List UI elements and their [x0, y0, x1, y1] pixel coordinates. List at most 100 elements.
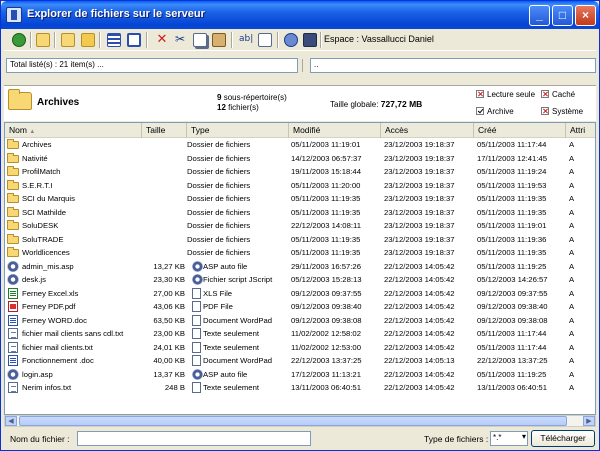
- file-name: admin_mis.asp: [22, 261, 74, 271]
- cell-access: 22/12/2003 14:05:42: [384, 315, 455, 325]
- column-header-access[interactable]: Accès: [381, 123, 474, 138]
- table-row[interactable]: S.E.R.T.I Dossier de fichiers 05/11/2003 1…: [5, 179, 595, 193]
- file-name: login.asp: [22, 369, 53, 379]
- cell-size: 13,37 KB: [153, 369, 185, 379]
- cell-size: 63,50 KB: [153, 315, 185, 325]
- cell-created: 05/11/2003 11:17:44: [477, 329, 547, 338]
- system-attribute[interactable]: Système: [541, 107, 583, 116]
- system-label: Système: [552, 107, 584, 116]
- current-folder-name: Archives: [37, 97, 80, 108]
- cell-access: 22/12/2003 14:05:42: [384, 288, 455, 298]
- splitter[interactable]: [302, 59, 308, 72]
- file-list[interactable]: Nom ▲ Taille Type Modifié Accès Créé Att…: [4, 122, 596, 415]
- title-bar[interactable]: Explorer de fichiers sur le serveur _ □ …: [1, 1, 599, 29]
- subdirs-label: sous-répertoire(s): [223, 93, 287, 102]
- filename-input[interactable]: [77, 431, 311, 446]
- table-row[interactable]: ProfilMatch Dossier de fichiers 19/11/2003…: [5, 165, 595, 179]
- paste-icon[interactable]: [211, 32, 227, 48]
- file-type-icon: [192, 382, 201, 393]
- table-row[interactable]: SCI Mathilde Dossier de fichiers 05/11/200…: [5, 206, 595, 220]
- cell-created: 05/11/2003 11:17:44: [477, 342, 547, 352]
- filename-label: Nom du fichier :: [10, 434, 70, 444]
- column-header-type[interactable]: Type: [187, 123, 289, 138]
- toolbar: ✕ ✂ ab| Espace : Vassallucci Daniel: [4, 29, 596, 51]
- cell-access: 23/12/2003 19:18:37: [384, 207, 455, 217]
- column-header-attributes[interactable]: Attri: [566, 123, 595, 138]
- cell-created: 22/12/2003 13:37:25: [477, 356, 548, 365]
- filetype-select[interactable]: *.*: [490, 431, 528, 446]
- file-type-icon: [192, 287, 201, 299]
- list-view-icon[interactable]: [126, 32, 142, 48]
- rename-icon[interactable]: ab|: [238, 32, 254, 48]
- cell-modified: 05/11/2003 11:19:35: [291, 234, 361, 244]
- system-checkbox[interactable]: [541, 107, 549, 115]
- table-row[interactable]: admin_mis.asp 13,27 KB ASP auto file 29/11/…: [5, 260, 595, 274]
- hidden-attribute[interactable]: Caché: [541, 90, 575, 99]
- minimize-button[interactable]: _: [529, 5, 550, 26]
- archive-checkbox[interactable]: [476, 107, 484, 115]
- scroll-right-icon[interactable]: ▶: [583, 416, 595, 426]
- download-button[interactable]: Télécharger: [531, 430, 595, 447]
- column-header-modified[interactable]: Modifié: [289, 123, 381, 138]
- table-row[interactable]: Archives Dossier de fichiers 05/11/2003 11…: [5, 138, 595, 152]
- table-row[interactable]: SoluDESK Dossier de fichiers 22/12/2003 14…: [5, 219, 595, 233]
- column-header-created[interactable]: Créé: [474, 123, 566, 138]
- horizontal-scrollbar[interactable]: ◀ ▶: [4, 415, 596, 427]
- cell-access: 22/12/2003 14:05:13: [384, 356, 455, 365]
- table-row[interactable]: fichier mail clients sans cdl.txt 23,00 K…: [5, 327, 595, 341]
- table-row[interactable]: SCI du Marquis Dossier de fichiers 05/11/2…: [5, 192, 595, 206]
- delete-icon[interactable]: ✕: [154, 32, 170, 48]
- table-row[interactable]: Fonctionnement .doc 40,00 KB Document Word…: [5, 354, 595, 368]
- status-field: Total listé(s) : 21 item(s) ...: [6, 58, 298, 73]
- open-folder-icon[interactable]: [80, 32, 96, 48]
- column-header-size[interactable]: Taille: [142, 123, 187, 138]
- table-row[interactable]: login.asp 13,37 KB ASP auto file 17/12/2003…: [5, 368, 595, 382]
- parent-folder-icon[interactable]: [35, 32, 51, 48]
- cell-modified: 05/11/2003 11:20:00: [291, 180, 361, 190]
- table-row[interactable]: Ferney Excel.xls 27,00 KB XLS File 09/12/20…: [5, 287, 595, 301]
- table-row[interactable]: Nerim infos.txt 248 B Texte seulement 13/11…: [5, 381, 595, 395]
- maximize-button[interactable]: □: [552, 5, 573, 26]
- table-row[interactable]: Ferney PDF.pdf 43,06 KB PDF File 09/12/2003…: [5, 300, 595, 314]
- table-row[interactable]: desk.js 23,30 KB Fichier script JScript 05/…: [5, 273, 595, 287]
- file-type-icon: [192, 301, 201, 312]
- table-row[interactable]: SoluTRADE Dossier de fichiers 05/11/2003 1…: [5, 233, 595, 247]
- cell-attr: A: [569, 180, 575, 190]
- hidden-checkbox[interactable]: [541, 90, 549, 98]
- cell-modified: 22/12/2003 13:37:25: [291, 356, 362, 365]
- scroll-left-icon[interactable]: ◀: [5, 416, 17, 426]
- disk-icon[interactable]: [302, 32, 318, 48]
- cell-attr: A: [569, 302, 575, 311]
- column-header-name[interactable]: Nom ▲: [5, 123, 142, 138]
- table-row[interactable]: Ferney WORD.doc 63,50 KB Document WordPad 0…: [5, 314, 595, 328]
- size-value: 727,72 MB: [380, 99, 423, 109]
- details-view-icon[interactable]: [106, 32, 122, 48]
- connect-icon[interactable]: [283, 32, 299, 48]
- properties-icon[interactable]: [257, 32, 273, 48]
- path-field[interactable]: ..: [310, 58, 596, 73]
- scroll-thumb[interactable]: [19, 416, 567, 426]
- cell-type: Texte seulement: [203, 329, 259, 338]
- archive-attribute[interactable]: Archive: [476, 107, 514, 116]
- table-row[interactable]: Worldlicences Dossier de fichiers 05/11/20…: [5, 246, 595, 260]
- cell-modified: 11/02/2002 12:58:02: [291, 329, 361, 338]
- cell-access: 23/12/2003 19:18:37: [384, 153, 455, 163]
- table-row[interactable]: fichier mail clients.txt 24,01 KB Texte se…: [5, 341, 595, 355]
- cell-attr: A: [569, 207, 575, 217]
- close-button[interactable]: ×: [575, 5, 596, 26]
- readonly-checkbox[interactable]: [476, 90, 484, 98]
- refresh-icon[interactable]: [11, 32, 27, 48]
- new-folder-icon[interactable]: [60, 32, 76, 48]
- cell-created: 05/11/2003 11:19:01: [477, 221, 547, 230]
- file-gear-icon: [7, 260, 19, 272]
- copy-icon[interactable]: [192, 32, 208, 48]
- cell-created: 05/11/2003 11:19:35: [477, 194, 547, 203]
- cell-modified: 13/11/2003 06:40:51: [291, 383, 361, 392]
- cell-attr: A: [569, 356, 575, 365]
- folder-icon: [7, 152, 19, 163]
- cell-modified: 22/12/2003 14:08:11: [291, 221, 361, 230]
- cut-icon[interactable]: ✂: [172, 32, 188, 48]
- readonly-attribute[interactable]: Lecture seule: [476, 90, 535, 99]
- cell-attr: A: [569, 167, 575, 176]
- table-row[interactable]: Nativité Dossier de fichiers 14/12/2003 06…: [5, 152, 595, 166]
